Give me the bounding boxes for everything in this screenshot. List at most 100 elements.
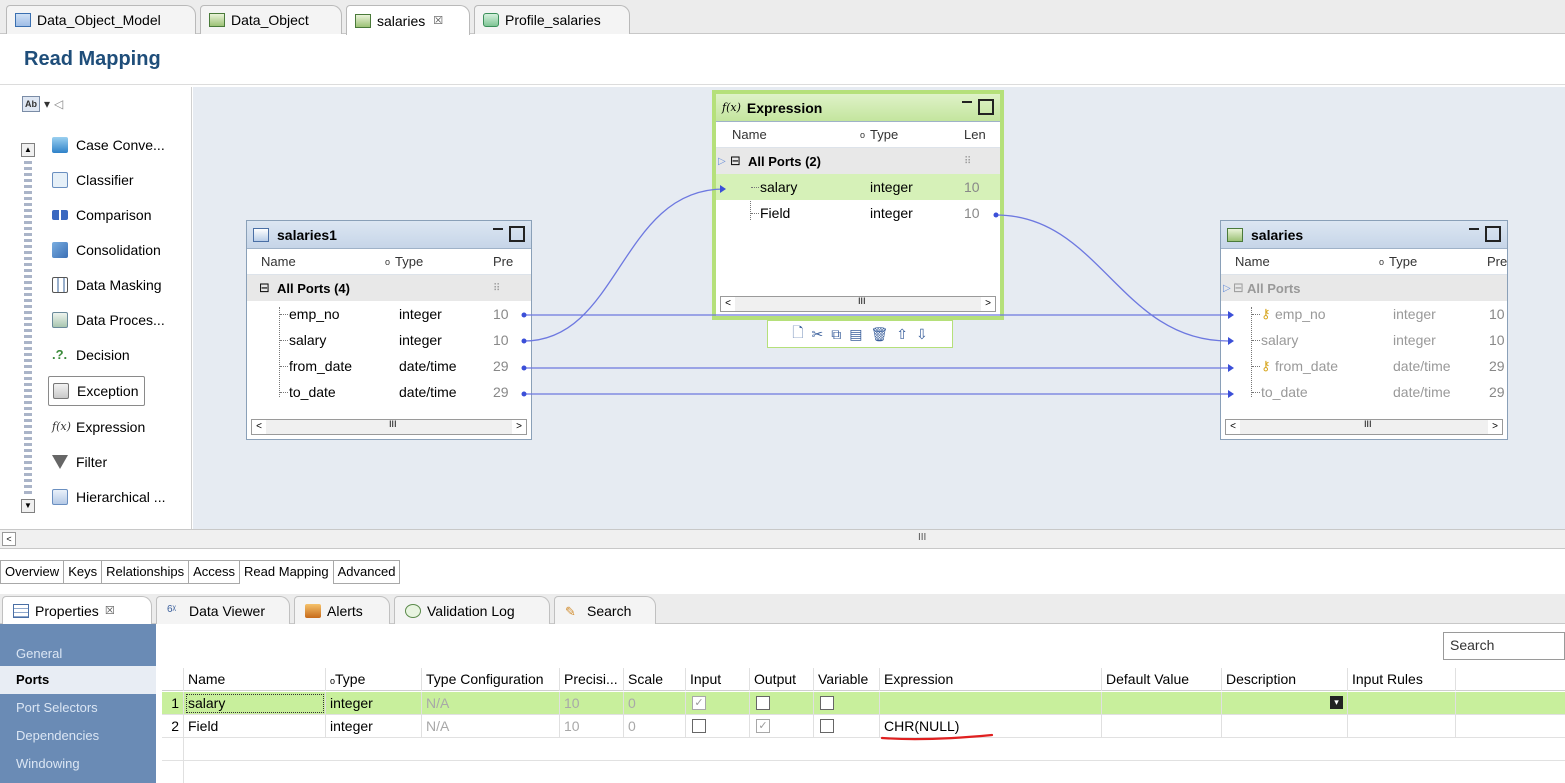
header-type[interactable]: oType xyxy=(326,668,422,691)
cut-icon[interactable]: ✂ xyxy=(812,326,824,343)
object-header[interactable]: salaries xyxy=(1221,221,1507,249)
tab-profile-salaries[interactable]: Profile_salaries xyxy=(474,5,630,34)
subtab-keys[interactable]: Keys xyxy=(63,560,102,584)
minimize-icon[interactable] xyxy=(962,101,972,103)
port-row-selected[interactable]: salary integer 10 xyxy=(716,174,1000,200)
chevron-down-icon[interactable]: ▾ xyxy=(44,97,50,111)
grid-row[interactable]: 1 salary integer N/A 10 0 ✓ ▾ xyxy=(162,692,1565,715)
palette-item-case-converter[interactable]: Case Conve... xyxy=(52,130,165,160)
minimize-icon[interactable] xyxy=(1469,228,1479,230)
maximize-icon[interactable] xyxy=(509,226,525,242)
scroll-grip-icon[interactable]: III xyxy=(858,296,866,306)
grid-row[interactable]: 2 Field integer N/A 10 0 ✓ CHR(NULL) xyxy=(162,715,1565,738)
palette-item-decision[interactable]: .?. Decision xyxy=(52,340,130,370)
object-hscrollbar[interactable]: < III > xyxy=(251,419,527,435)
scroll-track[interactable] xyxy=(24,161,32,495)
cell-precision[interactable]: 10 xyxy=(560,692,624,715)
palette-item-comparison[interactable]: Comparison xyxy=(52,200,151,230)
scroll-left-icon[interactable]: < xyxy=(1226,420,1240,434)
port-row[interactable]: ⚷ from_date date/time 29 xyxy=(1221,353,1507,379)
palette-item-consolidation[interactable]: Consolidation xyxy=(52,235,161,265)
palette-item-data-masking[interactable]: Data Masking xyxy=(52,270,162,300)
cell-scale[interactable]: 0 xyxy=(624,715,686,738)
input-checkbox-checked[interactable]: ✓ xyxy=(692,696,706,710)
cell-type[interactable]: integer xyxy=(326,692,422,715)
expression-transformation[interactable]: f(x) Expression Name o Type Len ▷ ⊟ All … xyxy=(712,90,1004,320)
collapse-icon[interactable]: ⊟ xyxy=(259,280,270,296)
scroll-right-icon[interactable]: > xyxy=(981,297,995,311)
expand-arrow-icon[interactable]: ▷ xyxy=(1223,283,1231,294)
output-checkbox-checked[interactable]: ✓ xyxy=(756,719,770,733)
maximize-icon[interactable] xyxy=(978,99,994,115)
palette-item-data-processor[interactable]: Data Proces... xyxy=(52,305,165,335)
tab-search[interactable]: ✎ Search xyxy=(554,596,656,624)
nav-general[interactable]: General xyxy=(0,640,156,668)
move-down-icon[interactable]: ⇩ xyxy=(916,326,928,343)
collapse-icon[interactable]: ⊟ xyxy=(730,153,741,169)
header-default-value[interactable]: Default Value xyxy=(1102,668,1222,691)
tab-data-viewer[interactable]: 6ᵡ Data Viewer xyxy=(156,596,290,624)
tab-alerts[interactable]: Alerts xyxy=(294,596,390,624)
collapse-left-icon[interactable]: ◁ xyxy=(54,97,63,111)
scroll-right-icon[interactable]: > xyxy=(512,420,526,434)
cell-name[interactable]: salary xyxy=(184,692,326,715)
cell-name[interactable]: Field xyxy=(184,715,326,738)
cell-description[interactable] xyxy=(1222,715,1348,738)
variable-checkbox[interactable] xyxy=(820,719,834,733)
edit-dialog-icon[interactable]: ▾ xyxy=(1330,696,1343,709)
palette-item-expression[interactable]: f(x) Expression xyxy=(52,412,145,442)
cell-type-config[interactable]: N/A xyxy=(422,715,560,738)
cell-precision[interactable]: 10 xyxy=(560,715,624,738)
port-row[interactable]: ⚷ emp_no integer 10 xyxy=(1221,301,1507,327)
palette-view-icon[interactable]: Ab xyxy=(22,96,40,112)
header-name[interactable]: Name xyxy=(184,668,326,691)
scroll-up-icon[interactable]: ▲ xyxy=(21,143,35,157)
scroll-grip-icon[interactable]: III xyxy=(389,419,397,429)
header-description[interactable]: Description xyxy=(1222,668,1348,691)
object-hscrollbar[interactable]: < III > xyxy=(720,296,996,312)
cell-default-value[interactable] xyxy=(1102,715,1222,738)
nav-port-selectors[interactable]: Port Selectors xyxy=(0,694,156,722)
subtab-advanced[interactable]: Advanced xyxy=(332,560,401,584)
palette-item-classifier[interactable]: Classifier xyxy=(52,165,134,195)
header-type-config[interactable]: Type Configuration xyxy=(422,668,560,691)
object-hscrollbar[interactable]: < III > xyxy=(1225,419,1503,435)
header-input-rules[interactable]: Input Rules xyxy=(1348,668,1456,691)
cell-scale[interactable]: 0 xyxy=(624,692,686,715)
cell-description[interactable]: ▾ xyxy=(1222,692,1348,715)
object-header[interactable]: f(x) Expression xyxy=(716,94,1000,122)
cell-default-value[interactable] xyxy=(1102,692,1222,715)
maximize-icon[interactable] xyxy=(1485,226,1501,242)
palette-item-hierarchical[interactable]: Hierarchical ... xyxy=(52,482,165,512)
cell-type[interactable]: integer xyxy=(326,715,422,738)
new-port-icon[interactable]: 🗋 xyxy=(792,322,803,346)
close-icon[interactable]: ☒ xyxy=(105,604,115,617)
subtab-access[interactable]: Access xyxy=(188,560,240,584)
port-row[interactable]: to_date date/time 29 xyxy=(1221,379,1507,405)
input-checkbox[interactable] xyxy=(692,719,706,733)
tab-data-object[interactable]: Data_Object xyxy=(200,5,342,34)
port-row[interactable]: Field integer 10 xyxy=(716,200,1000,226)
cell-input-rules[interactable] xyxy=(1348,715,1456,738)
scroll-right-icon[interactable]: > xyxy=(1488,420,1502,434)
close-icon[interactable]: ☒ xyxy=(433,14,443,27)
delete-icon[interactable]: 🗑 xyxy=(870,326,888,343)
header-variable[interactable]: Variable xyxy=(814,668,880,691)
port-group[interactable]: ▷ ⊟ All Ports xyxy=(1221,275,1507,301)
collapse-icon[interactable]: ⊟ xyxy=(1233,280,1244,296)
scroll-grip-icon[interactable]: III xyxy=(918,532,926,543)
output-checkbox[interactable] xyxy=(756,696,770,710)
scroll-left-icon[interactable]: < xyxy=(721,297,735,311)
scroll-grip-icon[interactable]: III xyxy=(1364,419,1372,429)
port-row[interactable]: to_date date/time 29 xyxy=(247,379,531,405)
target-object-salaries[interactable]: salaries Name o Type Pre ▷ ⊟ All Ports ⚷… xyxy=(1220,220,1508,440)
cell-type-config[interactable]: N/A xyxy=(422,692,560,715)
paste-icon[interactable]: ▤ xyxy=(849,326,862,343)
cell-input-rules[interactable] xyxy=(1348,692,1456,715)
tab-validation-log[interactable]: Validation Log xyxy=(394,596,550,624)
expand-arrow-icon[interactable]: ▷ xyxy=(718,156,726,167)
port-row[interactable]: salary integer 10 xyxy=(247,327,531,353)
nav-ports[interactable]: Ports xyxy=(0,666,156,694)
search-input[interactable]: Search xyxy=(1443,632,1565,660)
header-output[interactable]: Output xyxy=(750,668,814,691)
